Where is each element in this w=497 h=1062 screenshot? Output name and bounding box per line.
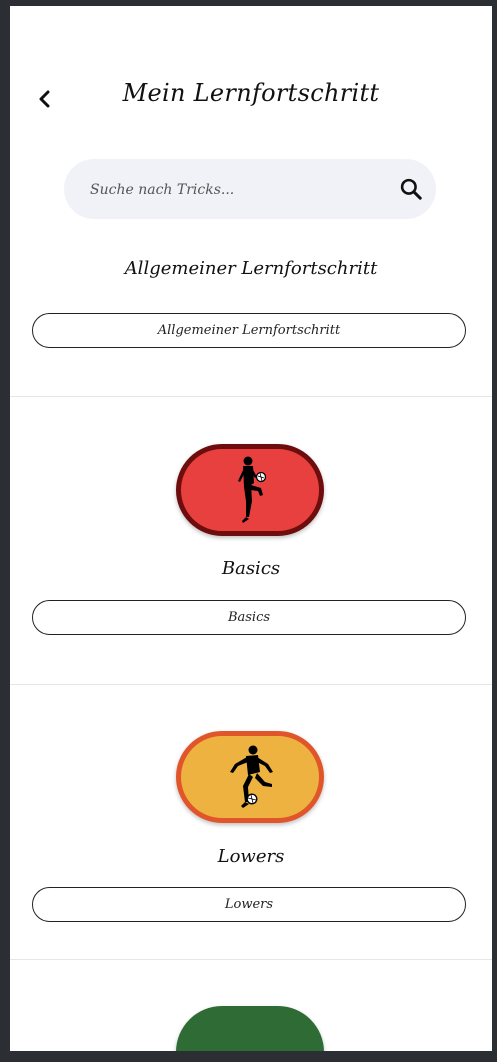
juggling-player-icon <box>238 456 267 523</box>
divider <box>10 684 492 685</box>
lowers-category-title: Lowers <box>217 846 285 867</box>
overall-progress-bar[interactable]: Allgemeiner Lernfortschritt <box>32 313 466 348</box>
next-category-badge[interactable] <box>176 1006 324 1051</box>
basics-progress-bar[interactable]: Basics <box>32 600 466 635</box>
page-title: Mein Lernfortschritt <box>122 79 380 107</box>
divider <box>10 396 492 397</box>
basics-category-badge[interactable] <box>176 444 324 536</box>
search-icon[interactable] <box>398 176 424 202</box>
divider <box>10 959 492 960</box>
header: Mein Lernfortschritt <box>10 6 492 136</box>
search-bar <box>64 159 436 221</box>
lower-trick-player-icon <box>230 745 273 808</box>
basics-category-title: Basics <box>221 558 281 579</box>
search-input[interactable] <box>88 159 382 221</box>
lowers-category-badge[interactable] <box>176 731 324 823</box>
app-screen: Mein Lernfortschritt Allgemeiner Lernfor… <box>10 6 492 1051</box>
lowers-progress-bar[interactable]: Lowers <box>32 887 466 922</box>
overall-progress-heading: Allgemeiner Lernfortschritt <box>124 258 378 279</box>
